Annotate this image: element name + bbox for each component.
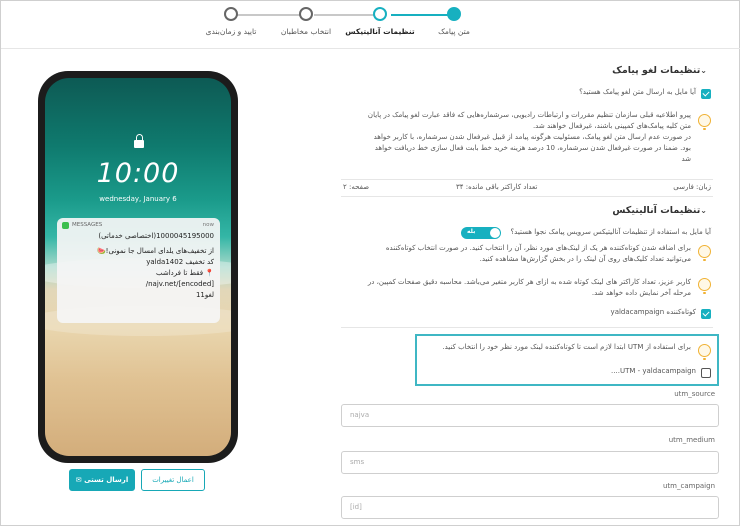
notification-line: 1000045195000(اختصاصی خدماتی): [98, 232, 214, 240]
lockscreen-time: 10:00: [96, 158, 180, 189]
notification-line: از تخفیف‌های یلدای امسال جا نمونی!🍉: [96, 247, 214, 255]
divider: [341, 327, 713, 328]
phone-preview: 10:00 wednesday, January 6 MESSAGES now …: [38, 71, 238, 463]
notification-line: لغو11: [195, 291, 214, 299]
toggle-knob: [490, 228, 500, 238]
step-label-confirm[interactable]: تایید و زمان‌بندی: [206, 27, 257, 36]
optout-info-line: بود. ضمنا در صورت غیرفعال شدن سرشماره، 1…: [374, 144, 691, 152]
utm-checkbox[interactable]: [701, 368, 711, 378]
notification-line: کد تخفیف yalda1402: [146, 258, 214, 266]
step-dot-analytics[interactable]: [373, 7, 387, 21]
utm-campaign-input[interactable]: [id]: [341, 496, 719, 519]
optout-info-line: شد: [681, 155, 691, 163]
notification-app-name: MESSAGES: [72, 222, 103, 228]
chevron-down-icon: ⌄: [700, 66, 707, 75]
notification-time: now: [202, 222, 214, 228]
step-label-audience[interactable]: انتخاب مخاطبان: [281, 27, 331, 36]
optout-title-text: تنظیمات لغو پیامک: [612, 65, 701, 76]
messages-app-icon: [62, 222, 69, 229]
analytics-toggle[interactable]: بله: [461, 227, 501, 239]
utm-info-text: برای استفاده از UTM ابتدا لازم است تا کو…: [442, 343, 691, 351]
utm-source-input[interactable]: najva: [341, 404, 719, 427]
optout-section-title[interactable]: تنظیمات لغو پیامک⌄: [612, 65, 711, 76]
lightbulb-icon: [698, 245, 711, 261]
optout-info-text: پیرو اطلاعیه قبلی سازمان تنظیم مقررات و …: [341, 110, 691, 165]
utm-medium-input[interactable]: sms: [341, 451, 719, 474]
send-test-button[interactable]: ✉ ارسال تستی: [69, 469, 135, 491]
notification-line: najv.net/[encoded]/: [145, 280, 214, 288]
step-label-sms-text[interactable]: متن پیامک: [438, 27, 470, 36]
analytics-question: آیا مایل به استفاده از تنظیمات آنالیتیکس…: [510, 228, 711, 236]
page-frame: متن پیامک تنظیمات آنالیتیکس انتخاب مخاطب…: [0, 0, 740, 526]
lockscreen-date: wednesday, January 6: [99, 195, 177, 203]
stat-page-count: صفحه: ۲: [343, 183, 370, 191]
step-label-analytics[interactable]: تنظیمات آنالیتیکس: [345, 27, 414, 36]
campaign-stepper: متن پیامک تنظیمات آنالیتیکس انتخاب مخاطب…: [1, 1, 740, 49]
toggle-label: بله: [467, 228, 476, 235]
step-connector-done: [391, 14, 449, 16]
lightbulb-icon: [698, 278, 711, 294]
info-line: مرحله آخر نمایش داده خواهد شد.: [591, 289, 691, 297]
step-dot-sms-text[interactable]: [447, 7, 461, 21]
stat-remaining-chars: تعداد کاراکتر باقی مانده: ۳۴: [456, 183, 538, 191]
divider: [341, 196, 713, 197]
lock-icon: [134, 134, 144, 148]
stat-language: زبان: فارسی: [673, 183, 711, 191]
chevron-down-icon: ⌄: [700, 206, 707, 215]
send-icon: ✉: [75, 476, 85, 484]
info-line: کاربر عزیز، تعداد کاراکتر های لینک کوتاه…: [367, 278, 691, 286]
send-test-label: ارسال تستی: [84, 476, 129, 484]
utm-source-label: utm_source: [674, 390, 715, 398]
notification-body: 1000045195000(اختصاصی خدماتی) از تخفیف‌ه…: [63, 231, 214, 301]
optout-checkbox[interactable]: [701, 89, 711, 99]
analytics-info-chars: کاربر عزیز، تعداد کاراکتر های لینک کوتاه…: [341, 277, 691, 299]
sms-notification: MESSAGES now 1000045195000(اختصاصی خدمات…: [57, 218, 220, 323]
optout-info-line: پیرو اطلاعیه قبلی سازمان تنظیم مقررات و …: [367, 111, 691, 119]
optout-info-line: در صورت عدم ارسال متن لغو پیامک، مسئولیت…: [373, 133, 691, 141]
lightbulb-icon: [698, 114, 711, 130]
step-dot-confirm[interactable]: [224, 7, 238, 21]
apply-changes-button[interactable]: اعمال تغییرات: [141, 469, 205, 491]
utm-medium-label: utm_medium: [668, 436, 715, 444]
optout-info-line: متن کلیه پیامک‌های کمپینی باشند، غیرفعال…: [532, 122, 691, 130]
shortener-label: کوتاه‌کننده yaldacampaign: [610, 308, 696, 316]
shortener-checkbox[interactable]: [701, 309, 711, 319]
analytics-title-text: تنظیمات آنالیتیکس: [612, 205, 701, 216]
optout-checkbox-label: آیا مایل به ارسال متن لغو پیامک هستید؟: [579, 88, 696, 96]
step-dot-audience[interactable]: [299, 7, 313, 21]
info-line: می‌توانید تعداد کلیک‌های روی آن لینک را …: [479, 255, 691, 263]
divider: [341, 179, 713, 180]
notification-line: 📍 فقط تا فرداشب: [155, 269, 214, 277]
utm-campaign-label: utm_campaign: [662, 482, 715, 490]
analytics-info-shortener: برای اضافه شدن کوتاه‌کننده هر یک از لینک…: [341, 243, 691, 265]
lightbulb-icon: [698, 344, 711, 360]
step-connector: [314, 14, 378, 16]
analytics-section-title[interactable]: تنظیمات آنالیتیکس⌄: [612, 205, 711, 216]
phone-screen: 10:00 wednesday, January 6 MESSAGES now …: [45, 78, 231, 456]
info-line: برای اضافه شدن کوتاه‌کننده هر یک از لینک…: [385, 244, 691, 252]
utm-checkbox-label: UTM - yaldacampaign....: [611, 367, 696, 375]
step-connector: [237, 14, 301, 16]
